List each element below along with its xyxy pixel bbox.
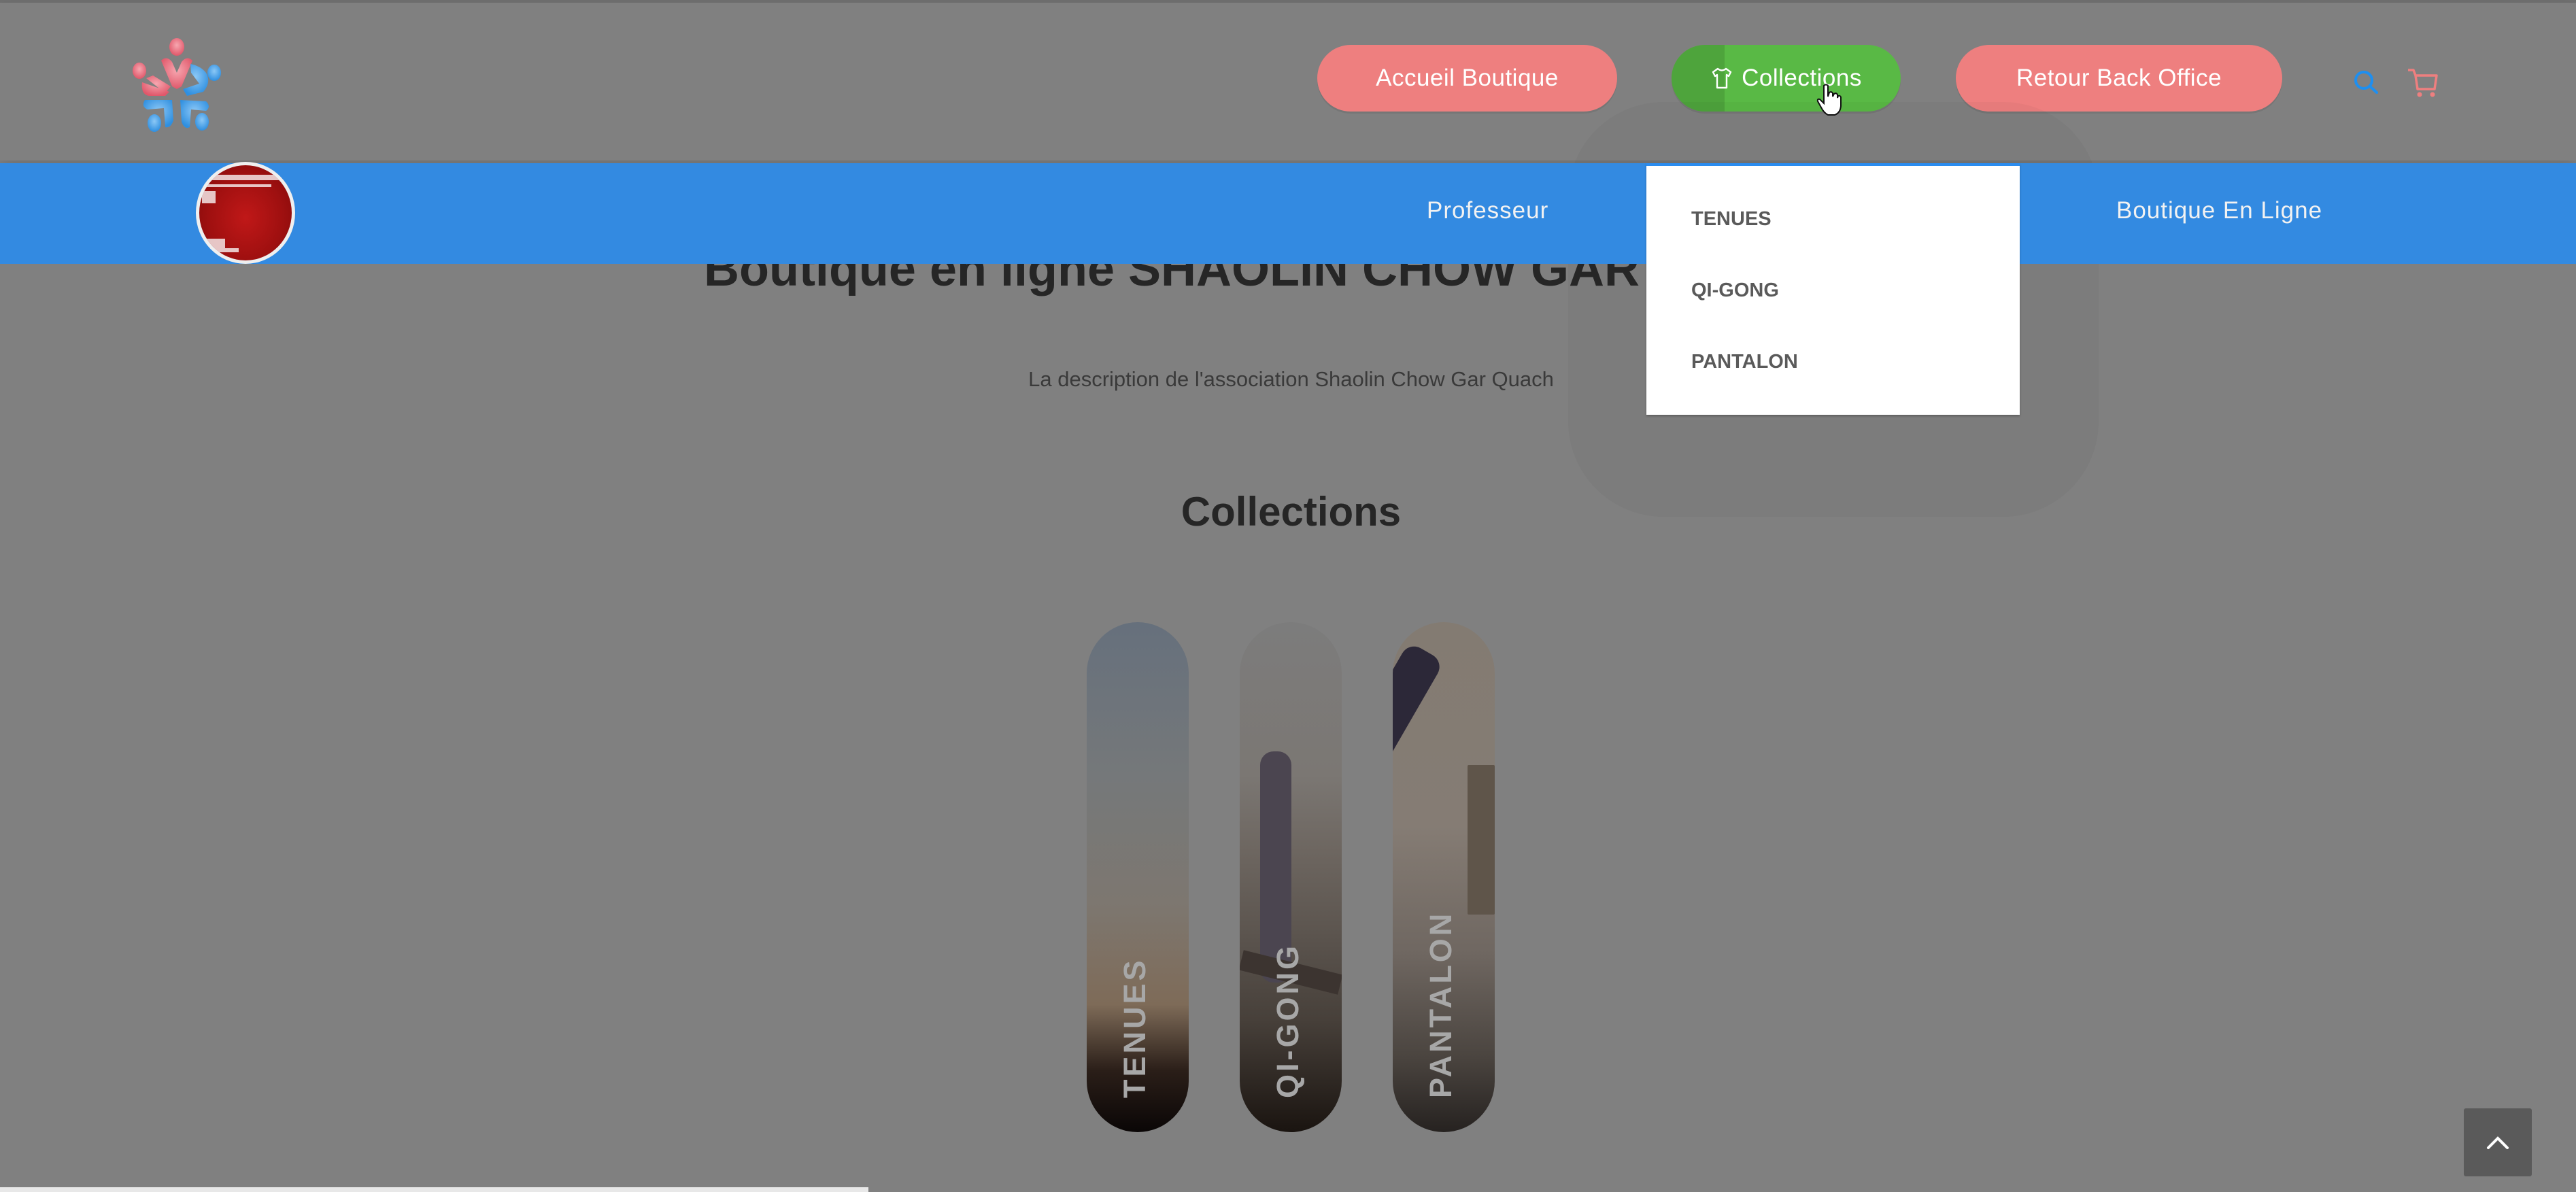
accueil-boutique-button[interactable]: Accueil Boutique xyxy=(1317,45,1617,112)
retour-back-office-label: Retour Back Office xyxy=(2016,65,2222,91)
hand-pointer-cursor xyxy=(1816,84,1842,116)
scroll-progress-bar xyxy=(0,1187,868,1192)
cathedral-tower xyxy=(1468,765,1495,915)
collection-card-label: TENUES xyxy=(1117,957,1152,1098)
association-description: La description de l'association Shaolin … xyxy=(1028,367,1554,391)
collection-card-qi-gong[interactable]: QI-GONG xyxy=(1240,622,1342,1132)
top-header: Accueil Boutique Collections Retour Back… xyxy=(0,3,2576,160)
scroll-to-top-button[interactable] xyxy=(2464,1108,2532,1176)
dropdown-item-pantalon[interactable]: PANTALON xyxy=(1691,351,1798,373)
collection-card-label: PANTALON xyxy=(1423,910,1458,1098)
kicking-leg xyxy=(1393,641,1444,780)
collection-card-pantalon[interactable]: PANTALON xyxy=(1393,622,1495,1132)
collections-dropdown-menu: TENUES QI-GONG PANTALON xyxy=(1646,163,2020,415)
dropdown-item-qi-gong[interactable]: QI-GONG xyxy=(1691,279,1779,302)
collections-label: Collections xyxy=(1742,65,1862,91)
search-icon[interactable] xyxy=(2350,67,2384,101)
red-snow-avatar[interactable] xyxy=(196,162,295,264)
collections-heading: Collections xyxy=(1181,489,1402,534)
chevron-up-icon xyxy=(2487,1136,2509,1149)
cart-icon[interactable] xyxy=(2406,67,2440,101)
tshirt-icon xyxy=(1712,67,1732,89)
dropdown-item-tenues[interactable]: TENUES xyxy=(1691,208,1772,231)
collection-card-label: QI-GONG xyxy=(1270,943,1305,1098)
nav-link-boutique-en-ligne[interactable]: Boutique En Ligne xyxy=(2116,197,2322,224)
people-circle-logo-icon[interactable] xyxy=(126,33,228,135)
accueil-boutique-label: Accueil Boutique xyxy=(1376,65,1559,91)
nav-link-professeur[interactable]: Professeur xyxy=(1427,197,1548,224)
collection-card-tenues[interactable]: TENUES xyxy=(1087,622,1189,1132)
